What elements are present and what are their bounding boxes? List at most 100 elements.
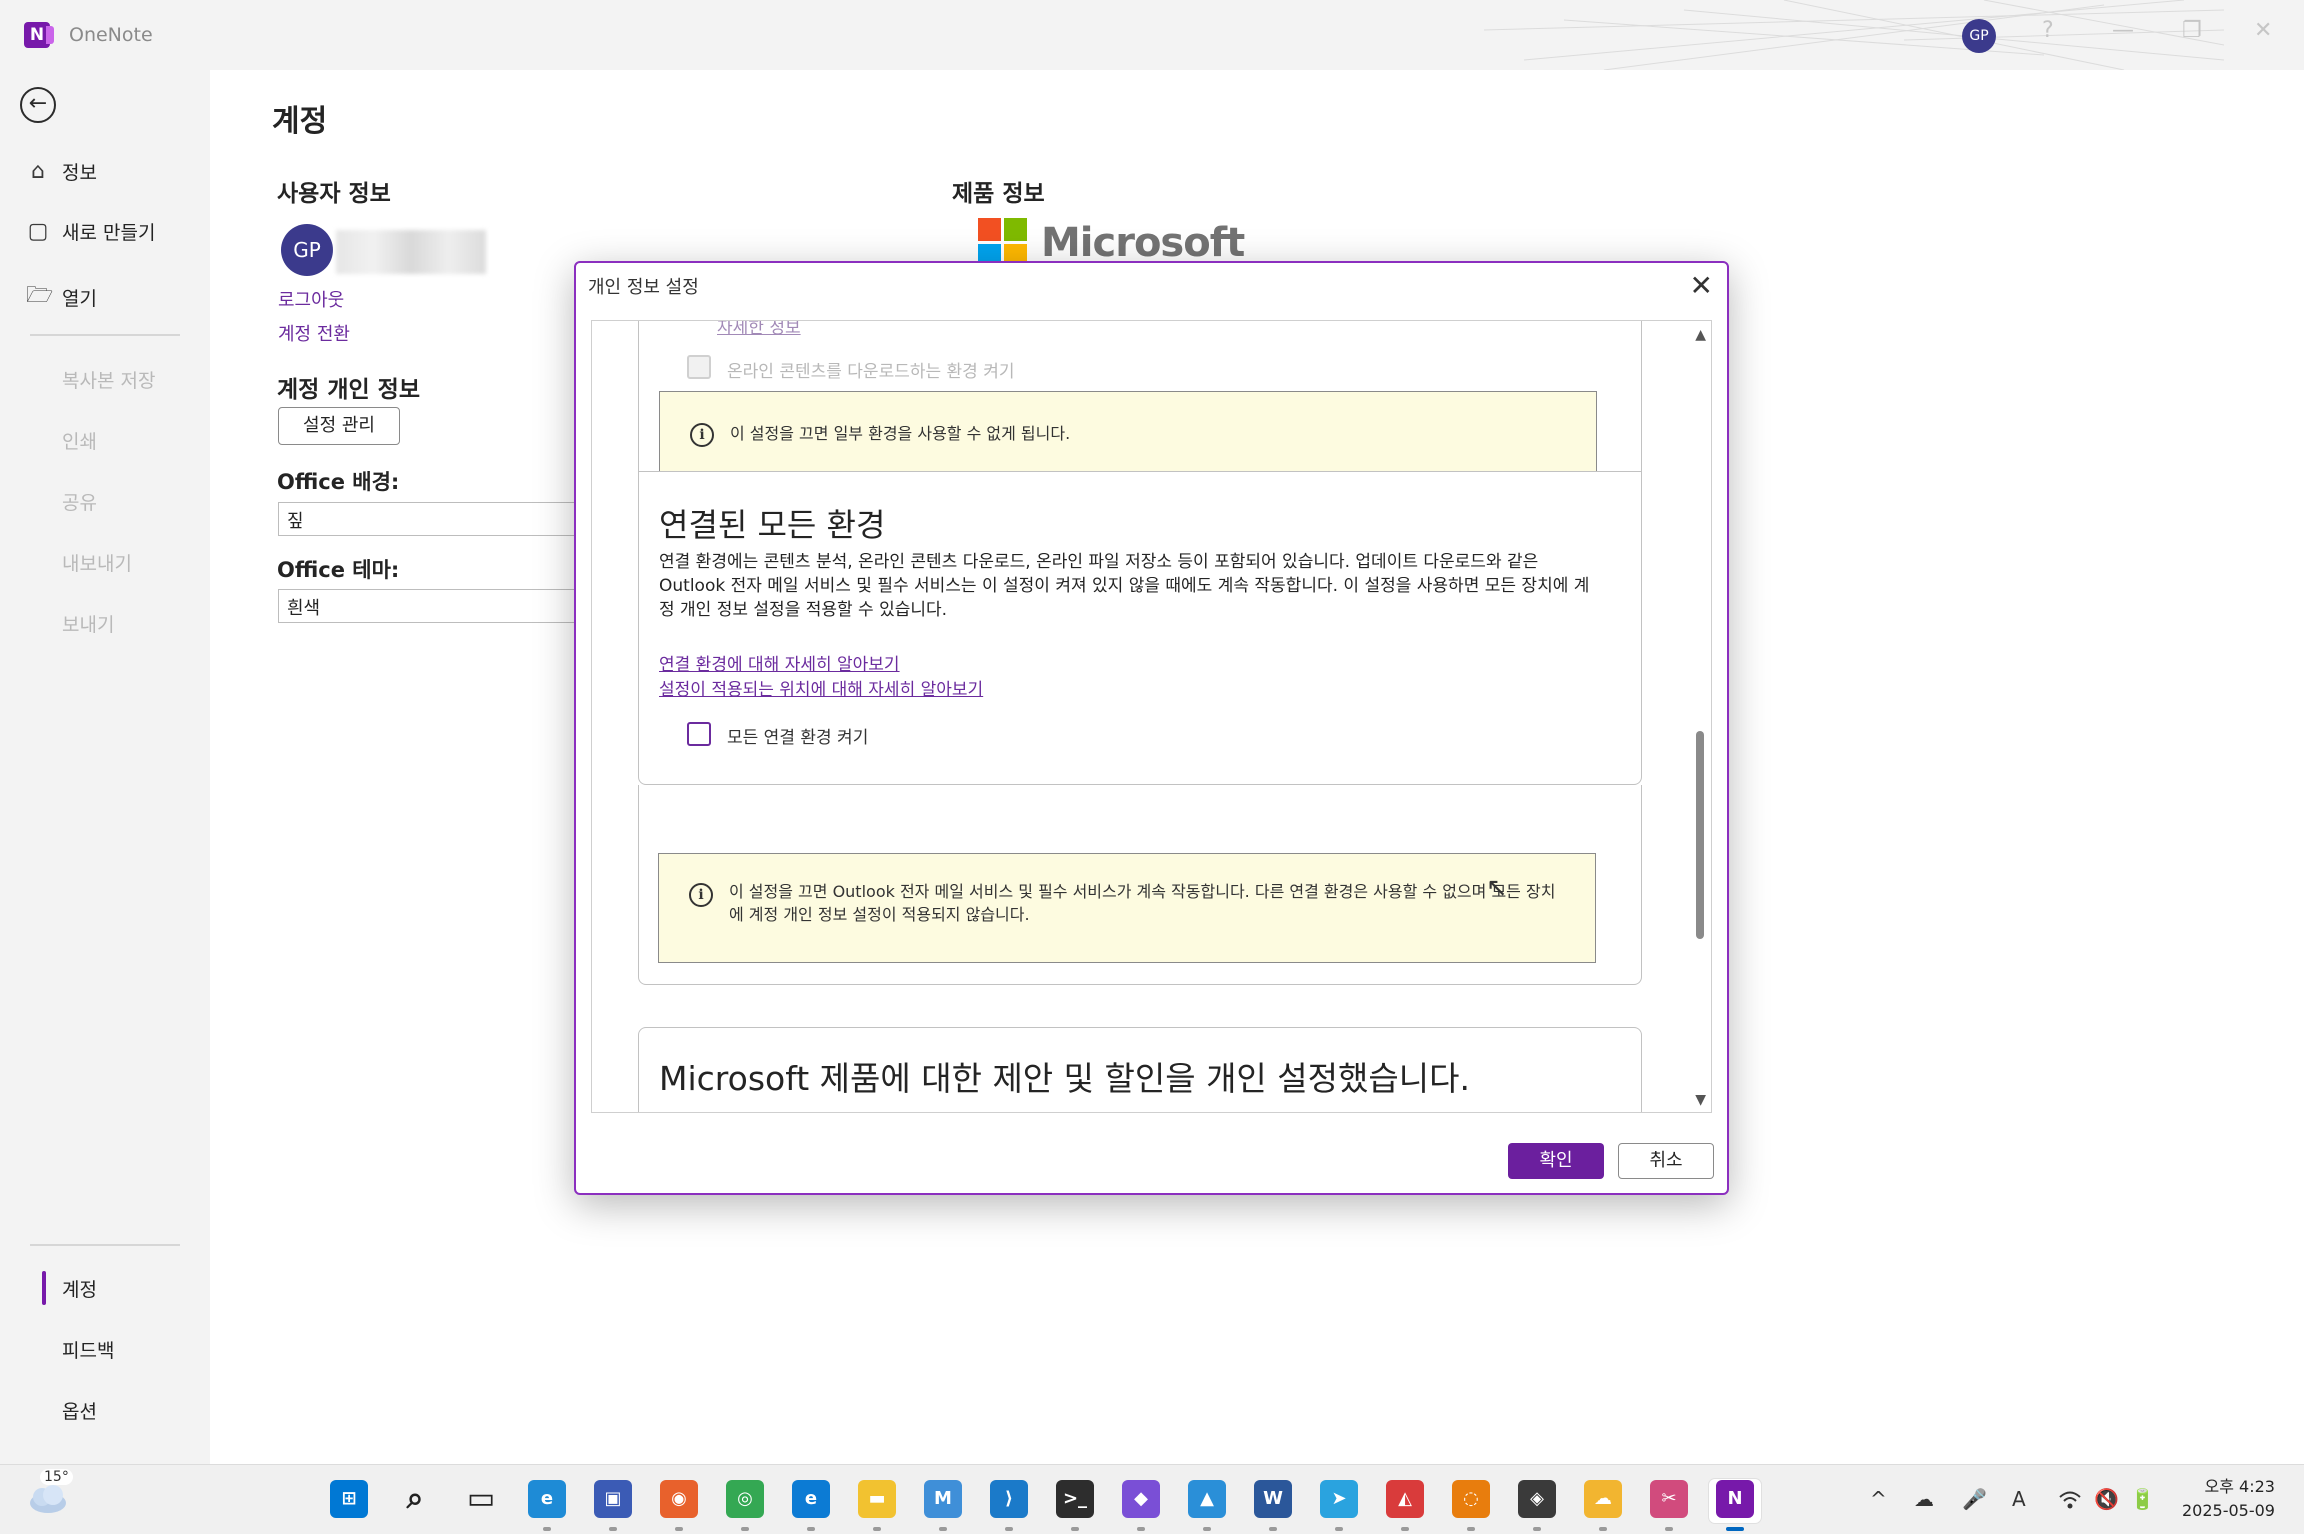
- app-title: OneNote: [69, 24, 153, 46]
- save-disk-icon[interactable]: ▣: [594, 1480, 632, 1518]
- open-folder-icon: 🗁: [26, 283, 54, 308]
- microsoft-wordmark: Microsoft: [1041, 219, 1245, 266]
- running-indicator: [1005, 1527, 1013, 1531]
- new-document-icon: ▢: [27, 219, 49, 244]
- account-avatar[interactable]: GP: [1962, 19, 1996, 53]
- office-theme-select[interactable]: 흰색: [278, 589, 598, 623]
- logout-link[interactable]: 로그아웃: [278, 286, 344, 312]
- running-indicator: [939, 1527, 947, 1531]
- dialog-scroll-area[interactable]: 자세한 정보 온라인 콘텐츠를 다운로드하는 환경 켜기 i 이 설정을 끄면 …: [591, 320, 1712, 1113]
- onedrive-icon[interactable]: ☁: [1914, 1487, 1934, 1511]
- close-icon[interactable]: ✕: [1690, 269, 1713, 302]
- edge-preview-icon[interactable]: e: [528, 1480, 566, 1518]
- office-background-label: Office 배경:: [277, 470, 400, 494]
- color-app-icon[interactable]: ◭: [1386, 1480, 1424, 1518]
- nav-item-new[interactable]: ▢ 새로 만들기: [26, 218, 156, 245]
- nav-item-print: 인쇄: [62, 431, 97, 453]
- info-box: i 이 설정을 끄면 일부 환경을 사용할 수 없게 됩니다.: [659, 391, 1597, 479]
- terminal-icon[interactable]: >_: [1056, 1480, 1094, 1518]
- microphone-icon[interactable]: 🎤: [1962, 1487, 1987, 1511]
- wifi-icon[interactable]: [2058, 1489, 2082, 1511]
- privacy-settings-dialog: 개인 정보 설정 ✕ 자세한 정보 온라인 콘텐츠를 다운로드하는 환경 켜기 …: [574, 261, 1729, 1195]
- nav-item-save-copy: 복사본 저장: [62, 370, 156, 392]
- title-bar: N OneNote GP ? — ❐ ✕: [0, 0, 2304, 70]
- help-button[interactable]: ?: [2042, 18, 2054, 43]
- running-indicator: [1467, 1527, 1475, 1531]
- scroll-down-arrow-icon[interactable]: ▼: [1695, 1092, 1706, 1108]
- running-indicator: [1401, 1527, 1409, 1531]
- scroll-up-arrow-icon[interactable]: ▲: [1695, 327, 1706, 343]
- task-view-icon[interactable]: ▭: [462, 1480, 500, 1518]
- edge-icon[interactable]: e: [792, 1480, 830, 1518]
- nav-item-label: 정보: [62, 162, 97, 184]
- search-icon[interactable]: ⌕: [396, 1480, 434, 1518]
- online-content-label: 온라인 콘텐츠를 다운로드하는 환경 켜기: [727, 362, 1015, 382]
- switch-account-link[interactable]: 계정 전환: [278, 320, 350, 346]
- ime-language-icon[interactable]: A: [2012, 1487, 2026, 1511]
- microsoft-logo-icon: [978, 218, 1027, 267]
- close-window-button[interactable]: ✕: [2254, 18, 2272, 43]
- maximize-button[interactable]: ❐: [2182, 18, 2202, 43]
- blender-icon[interactable]: ◌: [1452, 1480, 1490, 1518]
- chrome-icon[interactable]: ◎: [726, 1480, 764, 1518]
- running-indicator: [1335, 1527, 1343, 1531]
- davinci-icon[interactable]: ◈: [1518, 1480, 1556, 1518]
- microsoft-logo: Microsoft: [978, 218, 1245, 267]
- telegram-icon[interactable]: ➤: [1320, 1480, 1358, 1518]
- running-indicator: [1137, 1527, 1145, 1531]
- weather-app-icon[interactable]: ☁: [1584, 1480, 1622, 1518]
- manage-settings-button[interactable]: 설정 관리: [278, 407, 400, 445]
- vertical-scrollbar[interactable]: ▲ ▼: [1689, 321, 1711, 1112]
- page-title: 계정: [272, 104, 328, 139]
- blurred-user-name: [336, 230, 486, 274]
- all-connected-checkbox[interactable]: [687, 722, 711, 746]
- nav-item-export: 내보내기: [62, 553, 132, 575]
- running-indicator: [1533, 1527, 1541, 1531]
- system-clock[interactable]: 오후 4:23 2025-05-09: [2182, 1475, 2275, 1523]
- nav-item-feedback[interactable]: 피드백: [62, 1336, 114, 1363]
- nav-item-label: 새로 만들기: [62, 222, 156, 244]
- learn-where-applied-link[interactable]: 설정이 적용되는 위치에 대해 자세히 알아보기: [659, 675, 983, 700]
- nav-item-account[interactable]: 계정: [42, 1271, 97, 1305]
- snipping-tool-icon[interactable]: ✂: [1650, 1480, 1688, 1518]
- word-design-icon[interactable]: W: [1254, 1480, 1292, 1518]
- ok-button[interactable]: 확인: [1508, 1143, 1604, 1179]
- nav-item-open[interactable]: 🗁 열기: [26, 278, 97, 316]
- battery-icon[interactable]: 🔋: [2130, 1487, 2155, 1511]
- details-link[interactable]: 자세한 정보: [717, 321, 801, 338]
- running-indicator: [873, 1527, 881, 1531]
- obsidian-icon[interactable]: ◆: [1122, 1480, 1160, 1518]
- info-text: 이 설정을 끄면 일부 환경을 사용할 수 없게 됩니다.: [730, 424, 1071, 443]
- back-arrow-icon[interactable]: ←: [20, 87, 56, 123]
- running-indicator: [1269, 1527, 1277, 1531]
- start-icon[interactable]: ⊞: [330, 1480, 368, 1518]
- learn-connected-link[interactable]: 연결 환경에 대해 자세히 알아보기: [659, 650, 900, 675]
- connected-experiences-card: 연결된 모든 환경 연결 환경에는 콘텐츠 분석, 온라인 콘텐츠 다운로드, …: [638, 471, 1642, 785]
- photos-icon[interactable]: ▲: [1188, 1480, 1226, 1518]
- office-theme-label: Office 테마:: [277, 558, 400, 582]
- firefox-icon[interactable]: ◉: [660, 1480, 698, 1518]
- offers-heading: Microsoft 제품에 대한 제안 및 할인을 개인 설정했습니다.: [659, 1059, 1470, 1098]
- clock-time: 오후 4:23: [2204, 1477, 2275, 1496]
- running-indicator: [1665, 1527, 1673, 1531]
- backstage-nav: ← ⌂ 정보 ▢ 새로 만들기 🗁 열기 복사본 저장 인쇄 공유 내보내기 보…: [0, 70, 210, 1464]
- nav-item-options[interactable]: 옵션: [62, 1397, 97, 1424]
- nav-item-info[interactable]: ⌂ 정보: [26, 158, 97, 185]
- volume-muted-icon[interactable]: 🔇: [2094, 1487, 2119, 1511]
- minimize-button[interactable]: —: [2112, 18, 2134, 43]
- scrollbar-thumb[interactable]: [1696, 731, 1704, 939]
- file-explorer-icon[interactable]: ▬: [858, 1480, 896, 1518]
- home-icon: ⌂: [31, 159, 45, 184]
- running-indicator: [609, 1527, 617, 1531]
- cancel-button[interactable]: 취소: [1618, 1143, 1714, 1179]
- onenote-taskbar-icon[interactable]: N: [1716, 1480, 1754, 1518]
- product-info-heading: 제품 정보: [952, 181, 1045, 207]
- office-background-select[interactable]: 짚: [278, 502, 598, 536]
- microsoft-logo-square: [978, 218, 1001, 241]
- account-privacy-heading: 계정 개인 정보: [277, 377, 420, 403]
- nav-divider: [30, 334, 180, 336]
- copilot-m365-icon[interactable]: M: [924, 1480, 962, 1518]
- tray-overflow-chevron-icon[interactable]: ^: [1870, 1487, 1887, 1511]
- vscode-icon[interactable]: ⟩: [990, 1480, 1028, 1518]
- dialog-title: 개인 정보 설정: [588, 277, 699, 298]
